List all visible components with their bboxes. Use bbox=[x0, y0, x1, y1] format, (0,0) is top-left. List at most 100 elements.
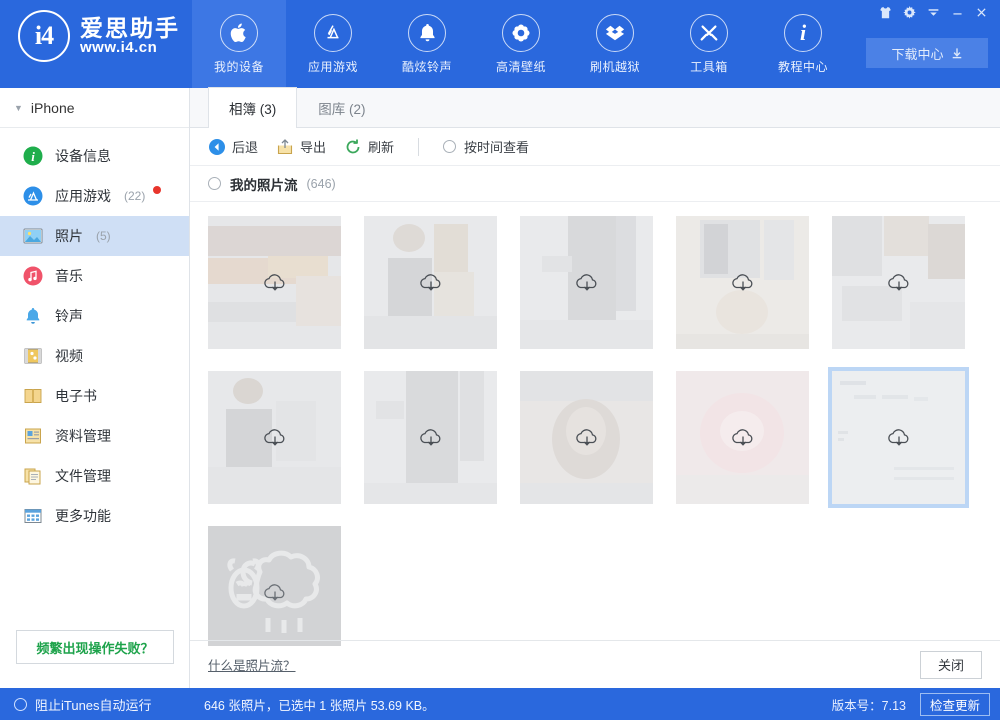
sidebar-item-photos[interactable]: 照片 (5) bbox=[0, 216, 189, 256]
info-glyph: i bbox=[799, 19, 807, 45]
what-is-photo-stream-link[interactable]: 什么是照片流？ bbox=[208, 655, 296, 674]
photo-icon bbox=[22, 225, 44, 247]
nav-item-flash-jailbreak[interactable]: 刷机越狱 bbox=[568, 0, 662, 88]
sidebar-item-label: 视频 bbox=[55, 348, 83, 364]
export-button[interactable]: 导出 bbox=[276, 137, 326, 156]
sidebar-menu: i 设备信息 应用游戏 (22) 照片 (5) 音乐 铃声 视频 电子书 资料管… bbox=[0, 128, 189, 536]
photo-thumbnail[interactable] bbox=[208, 371, 341, 504]
device-selector[interactable]: ▼ iPhone bbox=[0, 88, 189, 128]
open-box-icon bbox=[596, 13, 634, 52]
help-button[interactable]: 频繁出现操作失败？ bbox=[16, 630, 174, 664]
sidebar-item-device-info[interactable]: i 设备信息 bbox=[0, 136, 189, 176]
photo-grid bbox=[190, 202, 1000, 646]
nav-label: 工具箱 bbox=[690, 59, 728, 74]
view-by-time-label: 按时间查看 bbox=[464, 140, 530, 155]
cloud-download-icon bbox=[728, 426, 758, 450]
ringtone-bell-icon bbox=[22, 305, 44, 327]
photo-stream-header[interactable]: 我的照片流 (646) bbox=[190, 166, 1000, 202]
nav-label: 教程中心 bbox=[777, 59, 828, 74]
photo-thumbnail[interactable] bbox=[832, 216, 965, 349]
cloud-download-icon bbox=[260, 271, 290, 295]
nav-item-apps-games[interactable]: 应用游戏 bbox=[286, 0, 380, 88]
version-label: 版本号：7.13 bbox=[831, 698, 906, 713]
menu-icon[interactable] bbox=[922, 2, 944, 22]
info-icon: i bbox=[784, 13, 822, 52]
photo-stream-count: (646) bbox=[306, 176, 336, 191]
i4-logo-icon: i4 bbox=[18, 10, 70, 62]
sidebar-item-label: 电子书 bbox=[55, 388, 97, 404]
check-update-button[interactable]: 检查更新 bbox=[919, 692, 990, 716]
tab-albums[interactable]: 相簿 (3) bbox=[208, 87, 298, 128]
download-center-button[interactable]: 下载中心 bbox=[866, 38, 988, 68]
close-button[interactable]: 关闭 bbox=[920, 650, 982, 679]
nav-item-my-device[interactable]: 我的设备 bbox=[192, 0, 286, 88]
sidebar-item-label: 音乐 bbox=[55, 268, 83, 284]
main-content: 相簿 (3) 图库 (2) 后退 导出 刷新 按时间查看 我的照片流 (646)… bbox=[190, 87, 1000, 688]
cloud-download-icon bbox=[572, 426, 602, 450]
nav-label: 高清壁纸 bbox=[495, 59, 546, 74]
sidebar-item-label: 更多功能 bbox=[55, 508, 111, 524]
window-controls bbox=[874, 2, 992, 22]
sidebar-item-data-management[interactable]: 资料管理 bbox=[0, 416, 189, 456]
back-arrow-icon bbox=[208, 138, 226, 156]
view-by-time-checkbox[interactable]: 按时间查看 bbox=[443, 137, 529, 156]
sidebar-item-count: (5) bbox=[96, 229, 111, 243]
cloud-download-icon bbox=[884, 426, 914, 450]
nav-label: 刷机越狱 bbox=[589, 59, 640, 74]
photo-thumbnail[interactable] bbox=[364, 216, 497, 349]
content-toolbar: 后退 导出 刷新 按时间查看 bbox=[190, 128, 1000, 166]
nav-item-toolbox[interactable]: 工具箱 bbox=[662, 0, 756, 88]
back-button[interactable]: 后退 bbox=[208, 137, 258, 156]
tools-icon bbox=[690, 13, 728, 52]
sidebar-item-label: 铃声 bbox=[55, 308, 83, 324]
sidebar-item-file-management[interactable]: 文件管理 bbox=[0, 456, 189, 496]
appstore-circle-icon bbox=[22, 185, 44, 207]
brand-url: www.i4.cn bbox=[80, 39, 158, 57]
sidebar: ▼ iPhone i 设备信息 应用游戏 (22) 照片 (5) 音乐 铃声 视… bbox=[0, 88, 190, 688]
minimize-icon[interactable] bbox=[946, 2, 968, 22]
tab-gallery[interactable]: 图库 (2) bbox=[297, 87, 386, 127]
refresh-label: 刷新 bbox=[368, 140, 395, 155]
nav-item-wallpapers[interactable]: 高清壁纸 bbox=[474, 0, 568, 88]
photo-thumbnail[interactable] bbox=[364, 371, 497, 504]
status-right-group: 版本号：7.13 检查更新 bbox=[831, 692, 990, 716]
cloud-download-icon bbox=[728, 271, 758, 295]
photo-thumbnail[interactable] bbox=[520, 371, 653, 504]
logo-text: i4 bbox=[34, 21, 54, 50]
stream-select-circle-icon[interactable] bbox=[208, 177, 221, 190]
cloud-download-icon bbox=[572, 271, 602, 295]
refresh-button[interactable]: 刷新 bbox=[344, 137, 394, 156]
itunes-block-toggle[interactable]: 阻止iTunes自动运行 bbox=[0, 688, 190, 720]
nav-item-ringtones[interactable]: 酷炫铃声 bbox=[380, 0, 474, 88]
sidebar-item-ringtone[interactable]: 铃声 bbox=[0, 296, 189, 336]
sidebar-item-label: 应用游戏 bbox=[55, 188, 111, 204]
sidebar-item-more-features[interactable]: 更多功能 bbox=[0, 496, 189, 536]
photo-thumbnail[interactable] bbox=[208, 216, 341, 349]
cloud-download-icon bbox=[260, 581, 290, 605]
notification-badge bbox=[153, 186, 162, 194]
photo-thumbnail[interactable] bbox=[676, 371, 809, 504]
content-tabs: 相簿 (3) 图库 (2) bbox=[190, 87, 1000, 128]
nav-item-tutorials[interactable]: i 教程中心 bbox=[756, 0, 850, 88]
cloud-download-icon bbox=[416, 271, 446, 295]
brand-logo-area: i4 爱思助手 www.i4.cn bbox=[18, 10, 180, 62]
gear-icon[interactable] bbox=[898, 2, 920, 22]
photo-thumbnail-selected[interactable] bbox=[828, 367, 969, 508]
photo-thumbnail[interactable] bbox=[520, 216, 653, 349]
download-center-label: 下载中心 bbox=[891, 46, 944, 62]
photo-thumbnail[interactable] bbox=[208, 526, 341, 646]
sidebar-item-ebook[interactable]: 电子书 bbox=[0, 376, 189, 416]
photo-thumbnail[interactable] bbox=[676, 216, 809, 349]
sidebar-item-label: 资料管理 bbox=[55, 428, 111, 444]
flower-icon bbox=[502, 13, 540, 52]
sidebar-item-music[interactable]: 音乐 bbox=[0, 256, 189, 296]
shirt-icon[interactable] bbox=[874, 2, 896, 22]
circle-checkbox-icon bbox=[443, 140, 457, 153]
nav-label: 应用游戏 bbox=[307, 59, 358, 74]
appstore-icon bbox=[314, 13, 352, 52]
music-icon bbox=[22, 265, 44, 287]
close-icon[interactable] bbox=[970, 2, 992, 22]
refresh-icon bbox=[344, 138, 362, 156]
sidebar-item-apps-games[interactable]: 应用游戏 (22) bbox=[0, 176, 189, 216]
sidebar-item-video[interactable]: 视频 bbox=[0, 336, 189, 376]
